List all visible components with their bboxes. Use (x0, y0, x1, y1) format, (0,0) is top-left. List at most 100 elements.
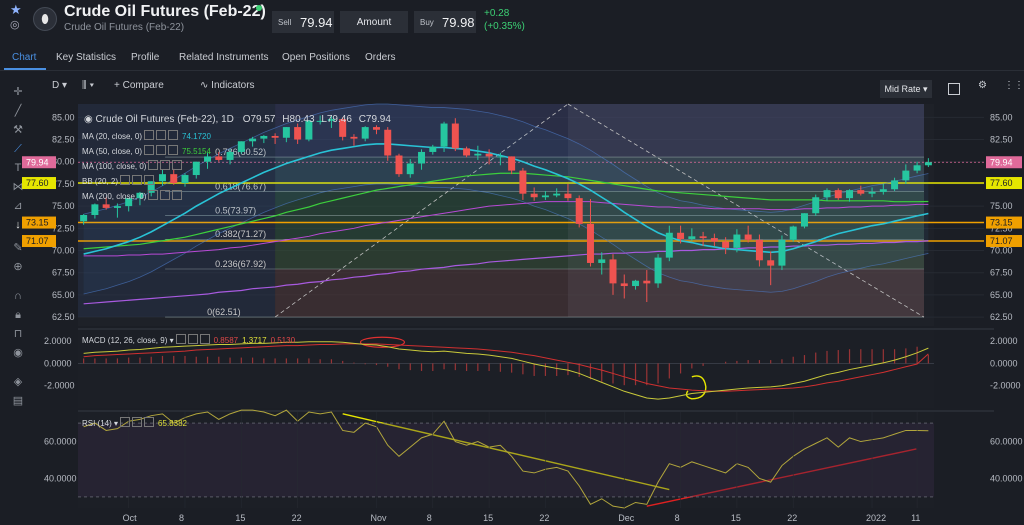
visibility-icon[interactable] (132, 417, 143, 427)
close-icon[interactable] (168, 145, 179, 155)
ma20-label: MA (20, close, 0) (82, 132, 143, 141)
candle-body (800, 213, 808, 227)
visibility-icon[interactable] (187, 334, 198, 344)
macd-axis-label-right: 0.0000 (990, 358, 1018, 368)
settings-icon[interactable] (175, 334, 186, 344)
date-axis-label: 22 (292, 513, 302, 523)
settings-icon[interactable] (144, 130, 155, 140)
price-tag-label-right: 79.94 (990, 157, 1013, 167)
close-icon[interactable] (144, 175, 155, 185)
ma50-label: MA (50, close, 0) (82, 147, 143, 156)
candle-body (80, 215, 88, 222)
ma50-legend: MA (50, close, 0) 75.5154 (82, 145, 211, 156)
macd-axis-label-left: 2.0000 (44, 336, 72, 346)
chevron-down-icon[interactable]: ▾ (170, 336, 174, 345)
visibility-icon[interactable] (160, 160, 171, 170)
candle-body (463, 148, 471, 156)
candle-body (237, 141, 245, 152)
ma100-label: MA (100, close, 0) (82, 162, 147, 171)
rsi-axis-label-left: 60.0000 (44, 437, 77, 447)
eye-icon[interactable]: ◉ (84, 114, 93, 125)
candle-body (158, 174, 166, 182)
candle-body (496, 156, 504, 158)
candle-body (924, 162, 932, 166)
candle-body (541, 195, 549, 198)
price-chart[interactable]: 0.786(80.52)0.618(76.67)0.5(73.97)0.382(… (0, 0, 1024, 525)
candle-body (102, 204, 110, 208)
rsi-pane (78, 409, 934, 509)
price-axis-label-left: 75.00 (52, 201, 75, 211)
candle-body (744, 234, 752, 240)
date-axis-label: 22 (787, 513, 797, 523)
date-axis-label: 15 (483, 513, 493, 523)
candle-body (722, 241, 730, 248)
candle-body (620, 283, 628, 287)
close-icon[interactable] (144, 417, 155, 427)
price-tag-label-right: 71.07 (990, 236, 1013, 246)
settings-icon[interactable] (148, 190, 159, 200)
visibility-icon[interactable] (156, 145, 167, 155)
date-axis-label: 8 (427, 513, 432, 523)
price-axis-label-left: 70.00 (52, 246, 75, 256)
date-axis-label: 8 (675, 513, 680, 523)
bb-label: BB (20, 2) (82, 177, 119, 186)
candle-body (519, 170, 527, 194)
rsi-band (78, 423, 934, 497)
close-icon[interactable] (168, 130, 179, 140)
close-icon[interactable] (172, 160, 183, 170)
candle-body (372, 127, 380, 130)
candle-body (677, 232, 685, 239)
close-icon[interactable] (199, 334, 210, 344)
legend-low: L79.46 (321, 114, 352, 125)
ma100-legend: MA (100, close, 0) (82, 160, 183, 171)
close-icon[interactable] (172, 190, 183, 200)
macd-axis-label-left: -2.0000 (44, 381, 75, 391)
macd-legend: MACD (12, 26, close, 9) ▾ 0.8587 1.3717 0.5… (82, 334, 295, 345)
price-legend: ◉ Crude Oil Futures (Feb-22), 1D O79.57 … (84, 114, 391, 125)
candle-body (91, 204, 99, 215)
candle-body (834, 190, 842, 199)
chevron-down-icon[interactable]: ▾ (114, 419, 118, 428)
candle-body (755, 239, 763, 261)
candle-body (767, 260, 775, 266)
settings-icon[interactable] (120, 417, 131, 427)
date-axis-label: Nov (370, 513, 387, 523)
price-tag-label-right: 77.60 (990, 178, 1013, 188)
price-axis-label-left: 82.50 (52, 135, 75, 145)
candle-body (688, 236, 696, 239)
candle-body (564, 193, 572, 199)
candle-body (654, 257, 662, 284)
date-axis-label: 22 (539, 513, 549, 523)
date-axis-label: 2022 (866, 513, 886, 523)
candle-body (451, 123, 459, 149)
price-axis-label-right: 75.00 (990, 201, 1013, 211)
price-axis-label-left: 67.50 (52, 268, 75, 278)
visibility-icon[interactable] (160, 190, 171, 200)
candle-body (846, 190, 854, 199)
candle-body (249, 138, 257, 142)
settings-icon[interactable] (148, 160, 159, 170)
price-tag-label-left: 71.07 (26, 236, 49, 246)
settings-icon[interactable] (144, 145, 155, 155)
candle-body (902, 170, 910, 181)
price-axis-label-left: 85.00 (52, 112, 75, 122)
candle-body (282, 127, 290, 138)
settings-icon[interactable] (120, 175, 131, 185)
price-axis-label-right: 65.00 (990, 290, 1013, 300)
rsi-legend: RSI (14) ▾ 65.8382 (82, 417, 187, 428)
macd-value-1: 0.8587 (213, 336, 239, 345)
candle-body (891, 180, 899, 190)
fib-level-label: 0(62.51) (207, 307, 241, 317)
date-axis-label: 15 (235, 513, 245, 523)
candle-body (429, 146, 437, 152)
price-axis-label-right: 70.00 (990, 246, 1013, 256)
rsi-value: 65.8382 (158, 419, 187, 428)
candle-body (204, 156, 212, 162)
visibility-icon[interactable] (156, 130, 167, 140)
visibility-icon[interactable] (132, 175, 143, 185)
price-axis-label-left: 62.50 (52, 312, 75, 322)
price-axis-label-right: 62.50 (990, 312, 1013, 322)
candle-body (857, 190, 865, 194)
ma20-legend: MA (20, close, 0) 74.1720 (82, 130, 211, 141)
candle-body (384, 129, 392, 156)
